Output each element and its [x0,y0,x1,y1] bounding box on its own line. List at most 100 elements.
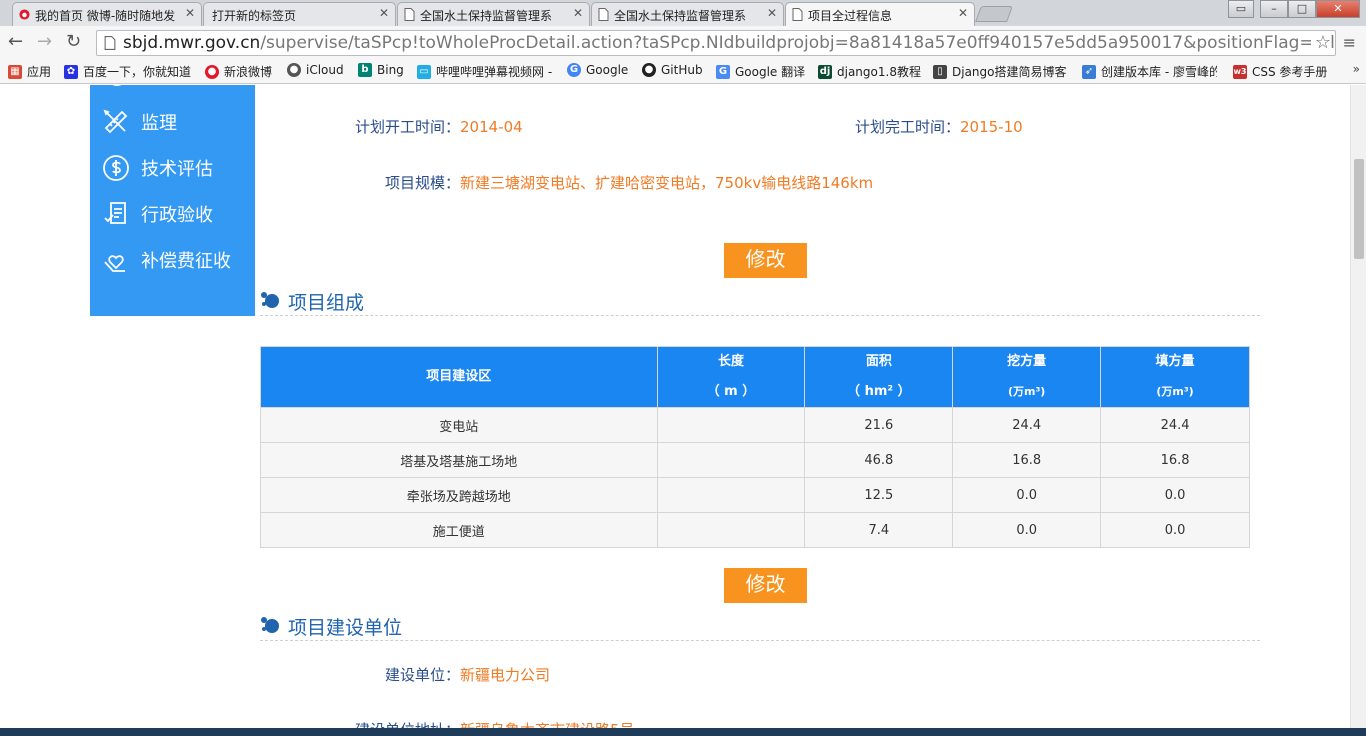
tab-label: 全国水土保持监督管理系 [614,9,747,23]
tab-close-icon[interactable]: ✕ [379,6,389,20]
bookmarks-overflow-icon[interactable]: » [1353,62,1360,76]
bookmark-item[interactable]: ▯ Django搭建简易博客 [933,63,1067,80]
tab-close-icon[interactable]: ✕ [185,6,195,20]
plan-start-value: 2014-04 [460,118,523,136]
page-icon [792,8,803,21]
sidebar: 监理 技术评估 行政验收 补偿费征收 [90,85,255,316]
tab-close-icon[interactable]: ✕ [573,6,583,20]
sidebar-item-label: 监理 [141,113,177,134]
droplet-bubbles-icon [261,617,279,633]
plan-end-field: 计划完工时间：2015-10 [855,116,1023,137]
tab-label: 我的首页 微博-随时随地发 [35,9,175,23]
edit-composition-button[interactable]: 修改 [724,568,807,603]
new-tab-button[interactable] [975,6,1013,22]
cell-fill: 16.8 [1100,442,1250,478]
project-scale-label: 项目规模： [385,174,461,192]
builder-unit-field: 建设单位：新疆电力公司 [385,664,550,685]
window-close-icon[interactable]: ✕ [1316,0,1360,18]
section-builder: 项目建设单位 [260,613,1260,641]
builder-unit-value: 新疆电力公司 [460,666,551,684]
url-host: sbjd.mwr.gov.cn [123,33,261,53]
tab-label: 全国水土保持监督管理系 [420,9,553,23]
cell-length [656,407,806,443]
bookmark-item[interactable]: ▭ 哔哩哔哩弹幕视频网 - [417,63,552,80]
cell-area: 塔基及塔基施工场地 [260,442,658,478]
forward-arrow-icon[interactable]: → [37,32,52,52]
col-header-cut: 挖方量 (万m³) [952,346,1102,408]
sidebar-item-label: 技术评估 [141,159,213,180]
plan-start-field: 计划开工时间：2014-04 [355,116,523,137]
bookmark-item[interactable]: G Google [567,63,628,77]
section-project-composition: 项目组成 [260,288,1260,316]
bookmark-item[interactable]: dj django1.8教程 [818,63,921,80]
bookmark-item[interactable]: ✿ 百度一下，你就知道 [64,63,191,80]
page-icon [404,8,415,21]
django-icon: dj [818,64,832,79]
hand-heart-icon [104,255,125,272]
apple-icon: ● [287,63,301,77]
scrollbar-thumb[interactable] [1354,159,1364,259]
maximize-icon[interactable]: □ [1288,0,1316,18]
plan-end-value: 2015-10 [960,118,1023,136]
builder-unit-label: 建设单位： [385,666,461,684]
apps-grid-icon: ▦ [8,64,22,79]
page-viewport: 监理 技术评估 行政验收 补偿费征收 计划开工时间：2014-04 计划完工时间… [0,85,1350,736]
tab-close-icon[interactable]: ✕ [767,6,777,20]
cell-area: 施工便道 [260,512,658,548]
bookmarks-bar: ▦ 应用 ✿ 百度一下，你就知道 ● 新浪微博 ● iCloud b Bing ▭ 哔哩哔哩… [0,58,1366,84]
google-g-icon: G [567,63,581,77]
sidebar-item-admin-acceptance[interactable]: 行政验收 [102,197,213,231]
browser-tab[interactable]: 打开新的标签页 ✕ [203,2,396,26]
reload-icon[interactable]: ↻ [66,32,81,52]
project-scale-value: 新建三塘湖变电站、扩建哈密变电站，750kv输电线路146km [460,174,874,192]
table-row: 变电站 21.6 24.4 24.4 [260,407,1250,443]
url-path: /supervise/taSPcp!toWholeProcDetail.acti… [260,33,1336,53]
sidebar-item-tech-evaluation[interactable]: 技术评估 [102,151,213,185]
sidebar-item-supervision[interactable]: 监理 [102,105,177,139]
bookmark-item[interactable]: w3 CSS 参考手册 [1233,63,1327,80]
bookmark-item[interactable]: ➶ 创建版本库 - 廖雪峰的 [1082,63,1217,80]
bookmark-item[interactable]: ● 新浪微博 [205,63,272,80]
sidebar-item-compensation-fee[interactable]: 补偿费征收 [102,243,231,277]
cell-area: 牵张场及跨越场地 [260,477,658,513]
project-composition-table: 项目建设区 长度（ m ） 面积（ hm² ） 挖方量 (万m³) 填方量 (万m³… [260,346,1250,548]
browser-toolbar: ← → ↻ sbjd.mwr.gov.cn/supervise/taSPcp!t… [0,26,1366,58]
user-profile-icon[interactable]: ▭ [1228,0,1254,18]
minimize-icon[interactable]: – [1260,0,1288,18]
page-icon [598,8,609,21]
browser-tab[interactable]: 全国水土保持监督管理系 ✕ [591,2,784,26]
cell-area: 变电站 [260,407,658,443]
tab-label: 项目全过程信息 [808,9,893,23]
cell-cut: 16.8 [952,442,1102,478]
cell-length [656,477,806,513]
back-arrow-icon[interactable]: ← [8,32,23,52]
bookmark-apps[interactable]: ▦ 应用 [8,63,51,80]
page-scrollbar[interactable] [1350,85,1366,736]
tab-close-icon[interactable]: ✕ [958,6,968,20]
browser-tab-active[interactable]: 项目全过程信息 ✕ [785,2,975,26]
window-controls: ▭ – □ ✕ [1228,0,1360,20]
weibo-favicon-icon [19,9,30,20]
bookmark-item[interactable]: b Bing [358,63,404,77]
cell-surface: 7.4 [804,512,954,548]
edit-project-info-button[interactable]: 修改 [724,243,807,278]
os-taskbar [0,728,1366,736]
section-title: 项目组成 [288,292,365,314]
browser-tab[interactable]: 我的首页 微博-随时随地发 ✕ [12,2,202,26]
bookmark-star-icon[interactable]: ☆ [1310,31,1331,55]
browser-menu-icon[interactable]: ≡ [1343,33,1356,52]
cell-length [656,442,806,478]
page-icon [104,36,116,50]
plan-start-label: 计划开工时间： [355,118,461,136]
cell-fill: 0.0 [1100,477,1250,513]
address-bar[interactable]: sbjd.mwr.gov.cn/supervise/taSPcp!toWhole… [96,30,1336,56]
cell-length [656,512,806,548]
browser-tab[interactable]: 全国水土保持监督管理系 ✕ [397,2,590,26]
table-header-row: 项目建设区 长度（ m ） 面积（ hm² ） 挖方量 (万m³) 填方量 (万m³… [260,346,1250,408]
bing-icon: b [358,63,372,77]
bookmark-item[interactable]: ● GitHub [642,63,703,77]
bookmark-item[interactable]: ● iCloud [287,63,344,77]
cell-surface: 21.6 [804,407,954,443]
col-header-length: 长度（ m ） [656,346,806,408]
bookmark-item[interactable]: G Google 翻译 [716,63,805,80]
